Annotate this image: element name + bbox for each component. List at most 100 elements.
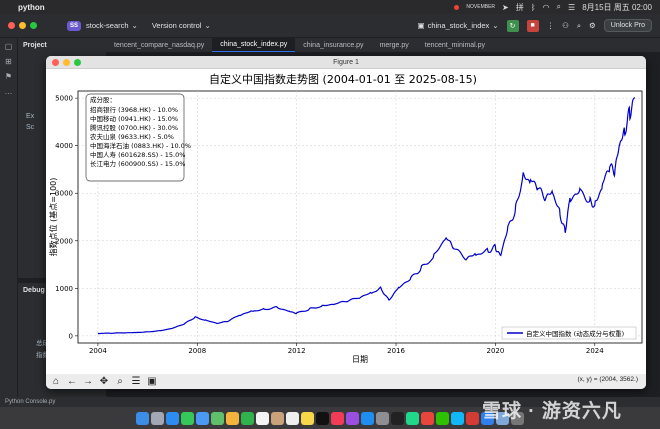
qq-app-icon[interactable]	[451, 411, 464, 425]
chevron-down-icon: ⌄	[204, 21, 211, 30]
editor-tab[interactable]: merge.py	[372, 38, 417, 52]
netease-music-app-icon[interactable]	[466, 411, 479, 425]
stop-button[interactable]: ■	[526, 19, 539, 32]
x-tick-label: 2012	[288, 347, 306, 355]
settings-app-icon[interactable]	[376, 411, 389, 425]
wechat-app-icon[interactable]	[436, 411, 449, 425]
python-file-icon: ▣	[417, 21, 425, 30]
facetime-app-icon[interactable]	[241, 411, 254, 425]
search-everywhere-icon[interactable]: ⌕	[577, 21, 581, 31]
y-tick-label: 5000	[55, 95, 73, 103]
mail-app-icon[interactable]	[196, 411, 209, 425]
tab-label: china_stock_index.py	[220, 41, 288, 48]
calendar-app-icon[interactable]	[256, 411, 269, 425]
appstore-app-icon[interactable]	[361, 411, 374, 425]
editor-tab[interactable]: china_insurance.py	[295, 38, 371, 52]
vcs-label: Version control	[151, 21, 202, 30]
y-tick-label: 0	[69, 332, 73, 340]
figure-canvas[interactable]: 自定义中国指数走势图 (2004-01-01 至 2025-08-15) 200…	[46, 69, 646, 374]
bookmarks-icon[interactable]: ⚑	[5, 72, 12, 81]
project-switcher[interactable]: stock-search ⌄	[86, 21, 138, 30]
tab-label: tencent_compare_nasdaq.py	[114, 41, 205, 49]
tab-label: china_insurance.py	[303, 41, 364, 49]
window-controls	[8, 22, 37, 29]
pycharm-app-icon[interactable]	[406, 411, 419, 425]
editor-tab[interactable]: tencent_compare_nasdaq.py	[106, 38, 212, 52]
contacts-app-icon[interactable]	[271, 411, 284, 425]
messages-app-icon[interactable]	[181, 411, 194, 425]
x-tick-label: 2004	[89, 347, 107, 355]
pan-icon[interactable]: ✥	[98, 376, 110, 387]
annotation-line: 农夫山泉 (9633.HK) - 5.0%	[90, 132, 174, 141]
tray-label: NOVEMBER	[466, 4, 496, 10]
unlock-pro-button[interactable]: Unlock Pro	[603, 19, 652, 32]
more-actions-icon[interactable]: ⋮	[547, 21, 555, 30]
app-menu-name[interactable]: python	[18, 3, 45, 12]
rerun-button[interactable]: ↻	[506, 19, 519, 32]
annotation-line: 招商银行 (3968.HK) - 10.0%	[90, 105, 178, 114]
structure-tool-icon[interactable]: ⊞	[5, 57, 12, 66]
input-method-icon[interactable]: 拼	[516, 2, 524, 13]
configure-subplots-icon[interactable]: ☰	[130, 376, 142, 387]
launchpad-app-icon[interactable]	[151, 411, 164, 425]
run-config-selector[interactable]: ▣ china_stock_index ⌄	[417, 21, 498, 30]
maximize-window-icon[interactable]	[30, 22, 37, 29]
run-config-name: china_stock_index	[427, 21, 490, 30]
add-user-icon[interactable]: ⚇	[562, 21, 569, 30]
annotation-line: 中国海洋石油 (0883.HK) - 10.0%	[90, 141, 191, 150]
editor-tabs: tencent_compare_nasdaq.py china_stock_in…	[106, 38, 660, 52]
more-tools-icon[interactable]: …	[5, 87, 13, 96]
console-label[interactable]: Python Console.py	[5, 399, 55, 405]
editor-tab-active[interactable]: china_stock_index.py	[212, 38, 296, 52]
back-arrow-icon[interactable]: ←	[66, 376, 78, 387]
tool-window-strip: ▢ ⊞ ⚑ …	[0, 38, 18, 408]
settings-gear-icon[interactable]: ⚙	[589, 21, 596, 30]
macos-menubar: python NOVEMBER ➤ 拼 ᛒ ◠ ⌕ ☰ 8月15日 周五 02:…	[0, 0, 660, 14]
annotation-line: 中国人寿 (601628.SS) - 15.0%	[90, 150, 185, 159]
terminal-app-icon[interactable]	[391, 411, 404, 425]
annotation-title: 成分股：	[90, 95, 116, 104]
maps-app-icon[interactable]	[211, 411, 224, 425]
photos-app-icon[interactable]	[226, 411, 239, 425]
home-icon[interactable]: ⌂	[50, 376, 62, 387]
control-center-icon[interactable]: ☰	[568, 3, 575, 12]
x-tick-label: 2016	[387, 347, 405, 355]
wifi-icon[interactable]: ◠	[543, 3, 550, 12]
line-chart: 自定义中国指数走势图 (2004-01-01 至 2025-08-15) 200…	[48, 72, 643, 364]
close-window-icon[interactable]	[8, 22, 15, 29]
chrome-app-icon[interactable]	[421, 411, 434, 425]
forward-arrow-icon[interactable]: →	[82, 376, 94, 387]
tab-label: merge.py	[379, 41, 409, 49]
podcasts-app-icon[interactable]	[346, 411, 359, 425]
x-tick-label: 2024	[586, 347, 604, 355]
y-tick-label: 1000	[55, 285, 73, 293]
chevron-down-icon: ⌄	[492, 21, 499, 30]
search-icon[interactable]: ⌕	[557, 2, 561, 12]
editor-tab[interactable]: tencent_minimal.py	[417, 38, 493, 52]
cursor-coordinates: (x, y) = (2004, 3562.)	[577, 376, 638, 383]
figure-titlebar[interactable]: Figure 1	[46, 56, 646, 69]
save-figure-icon[interactable]: ▣	[146, 376, 158, 387]
project-panel-title[interactable]: Project	[18, 38, 106, 53]
minimize-window-icon[interactable]	[19, 22, 26, 29]
zoom-icon[interactable]: ⌕	[114, 376, 126, 387]
vcs-menu[interactable]: Version control ⌄	[152, 21, 211, 30]
bluetooth-icon[interactable]: ᛒ	[531, 3, 536, 12]
notes-app-icon[interactable]	[301, 411, 314, 425]
tab-label: tencent_minimal.py	[424, 41, 486, 49]
project-tool-icon[interactable]: ▢	[5, 42, 13, 51]
tv-app-icon[interactable]	[316, 411, 329, 425]
finder-app-icon[interactable]	[136, 411, 149, 425]
y-axis-label: 指数点位 (基点=100)	[48, 178, 58, 257]
reminders-app-icon[interactable]	[286, 411, 299, 425]
toolbar-right: ▣ china_stock_index ⌄ ↻ ■ ⋮ ⚇ ⌕ ⚙ Unlock P…	[417, 19, 652, 32]
menubar-clock[interactable]: 8月15日 周五 02:00	[582, 2, 652, 13]
project-badge[interactable]: SS	[67, 20, 82, 31]
x-tick-label: 2008	[188, 347, 206, 355]
safari-app-icon[interactable]	[166, 411, 179, 425]
ide-toolbar: SS stock-search ⌄ Version control ⌄ ▣ china…	[0, 14, 660, 38]
watermark: 雪球 · 游资六凡	[482, 401, 622, 422]
music-app-icon[interactable]	[331, 411, 344, 425]
x-axis-label: 日期	[352, 355, 368, 364]
location-icon[interactable]: ➤	[502, 3, 509, 12]
